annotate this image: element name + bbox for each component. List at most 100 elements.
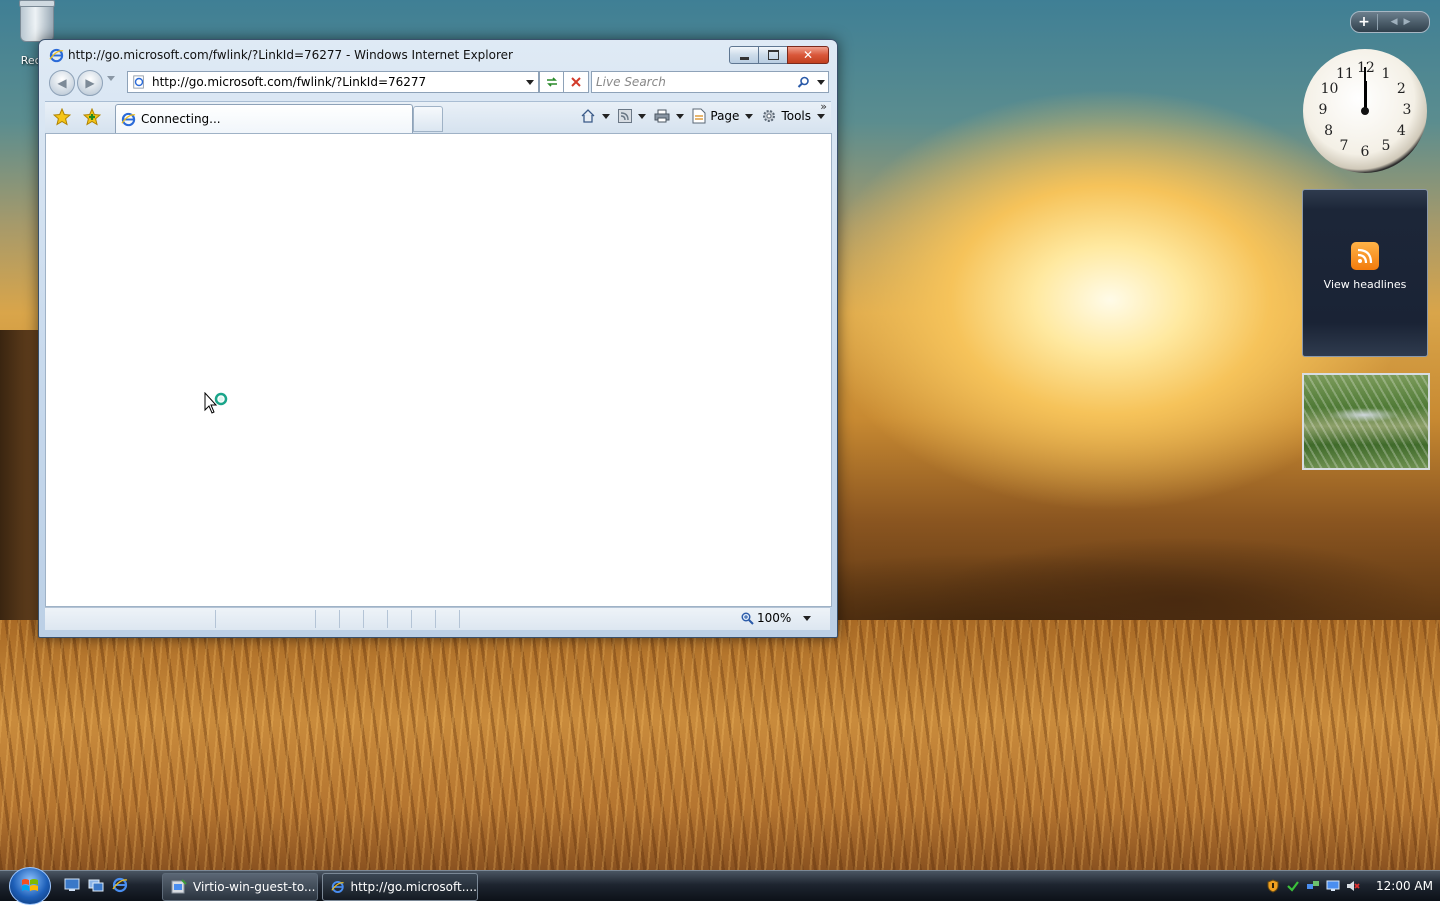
clock-numeral: 7: [1339, 138, 1349, 155]
clock-numeral: 8: [1324, 123, 1334, 139]
clock-numeral: 6: [1360, 144, 1370, 160]
windows-logo-icon: [22, 879, 38, 891]
tab-current[interactable]: Connecting...: [115, 104, 413, 133]
favorites-star-icon[interactable]: [53, 108, 71, 126]
zoom-control[interactable]: 100%: [741, 611, 812, 625]
clock-numeral: 10: [1320, 81, 1339, 97]
setup-icon: [171, 879, 187, 894]
clock-numeral: 11: [1336, 65, 1354, 82]
ie-icon: [331, 881, 344, 893]
printer-icon: [654, 109, 670, 123]
volume-muted-icon[interactable]: [1346, 879, 1360, 893]
window-title: http://go.microsoft.com/fwlink/?LinkId=7…: [68, 48, 513, 62]
page-content-area[interactable]: [45, 133, 832, 607]
chevron-down-icon: [817, 79, 825, 85]
home-icon: [581, 109, 595, 123]
add-gadget-button[interactable]: +: [1351, 14, 1378, 30]
minimize-button[interactable]: [729, 46, 759, 64]
clock-gadget[interactable]: 121234567891011: [1303, 49, 1427, 173]
wallpaper-grass-left: [0, 330, 40, 630]
slideshow-gadget[interactable]: [1302, 373, 1430, 470]
tools-menu-label: Tools: [781, 109, 811, 123]
rss-symbol: [1357, 248, 1373, 264]
search-box[interactable]: [591, 71, 829, 93]
address-bar[interactable]: [127, 71, 539, 93]
clock-numeral: 3: [1402, 102, 1412, 118]
page-menu-label: Page: [710, 109, 740, 123]
clock-numeral: 1: [1381, 65, 1391, 82]
gear-icon: [763, 110, 776, 122]
back-button[interactable]: ◀: [49, 70, 75, 96]
recycle-bin-icon: [19, 0, 55, 42]
maximize-icon: [767, 50, 779, 60]
page-menu-button[interactable]: Page: [692, 108, 754, 124]
checkmark-icon[interactable]: [1286, 879, 1300, 893]
navigation-bar: ◀ ▶: [45, 69, 831, 96]
print-button[interactable]: [654, 109, 685, 123]
close-button[interactable]: ✕: [787, 46, 829, 64]
search-input[interactable]: [592, 75, 792, 89]
refresh-button[interactable]: [539, 71, 565, 93]
show-desktop-icon[interactable]: [64, 877, 80, 893]
rss-icon: [1351, 242, 1379, 270]
taskbar: Virtio-win-guest-to... http://go.microso…: [0, 867, 1440, 905]
ie-icon[interactable]: [112, 877, 128, 893]
recent-pages-dropdown[interactable]: [107, 76, 115, 81]
network-icon[interactable]: [1306, 879, 1320, 893]
switch-windows-icon[interactable]: [88, 877, 104, 893]
clock-numeral: 4: [1396, 123, 1406, 139]
chevron-down-icon: [803, 615, 812, 621]
address-input[interactable]: [152, 75, 522, 89]
clock-numeral: 2: [1396, 81, 1406, 97]
feed-headlines-gadget[interactable]: View headlines: [1302, 189, 1428, 357]
status-bar: 100%: [45, 607, 830, 630]
chevron-down-icon: [602, 113, 611, 119]
clock-center: [1361, 107, 1369, 115]
status-separator: [215, 610, 216, 628]
status-separator: [363, 610, 364, 628]
taskbar-clock[interactable]: 12:00 AM: [1376, 879, 1433, 893]
search-options-dropdown[interactable]: [814, 79, 828, 85]
add-favorites-icon[interactable]: [83, 108, 101, 126]
clock-numeral: 9: [1318, 102, 1328, 118]
taskbar-item-setup[interactable]: Virtio-win-guest-to...: [162, 873, 318, 901]
maximize-button[interactable]: [758, 46, 788, 64]
forward-button[interactable]: ▶: [77, 70, 103, 96]
home-button[interactable]: [580, 108, 611, 124]
search-button[interactable]: [792, 76, 814, 89]
sidebar-arrows-icon[interactable]: ◀▶: [1378, 17, 1429, 27]
new-tab-button[interactable]: [413, 106, 443, 132]
more-commands-chevron-icon[interactable]: »: [820, 100, 827, 113]
taskbar-item-label: Virtio-win-guest-to...: [193, 880, 316, 894]
zoom-level: 100%: [757, 611, 792, 625]
tab-label: Connecting...: [141, 112, 221, 126]
clock-minute-hand: [1364, 67, 1366, 111]
taskbar-item-ie[interactable]: http://go.microsoft....: [322, 873, 478, 901]
feeds-button[interactable]: [618, 109, 647, 123]
wallpaper-grass: [0, 620, 1440, 870]
view-headlines-label: View headlines: [1323, 278, 1407, 291]
zoom-icon: [741, 612, 754, 625]
tools-menu-button[interactable]: Tools: [761, 108, 825, 124]
address-dropdown[interactable]: [522, 73, 538, 91]
clock-numeral: 5: [1381, 138, 1391, 155]
security-alert-icon[interactable]: [1266, 879, 1280, 893]
system-tray: 12:00 AM: [1260, 871, 1440, 901]
title-bar[interactable]: http://go.microsoft.com/fwlink/?LinkId=7…: [39, 40, 837, 70]
display-icon[interactable]: [1326, 879, 1340, 893]
ie-icon: [121, 112, 136, 126]
page-ie-icon: [133, 75, 144, 89]
page-icon: [692, 108, 706, 124]
chevron-down-icon: [676, 113, 685, 119]
start-button[interactable]: [9, 867, 51, 905]
sidebar-controls: + ◀▶: [1350, 11, 1430, 33]
forward-arrow-icon: ▶: [85, 76, 95, 90]
ie-window: http://go.microsoft.com/fwlink/?LinkId=7…: [38, 39, 838, 638]
minimize-icon: [739, 56, 749, 60]
status-separator: [435, 610, 436, 628]
feed-icon: [618, 109, 633, 123]
stop-button[interactable]: [563, 71, 589, 93]
status-separator: [459, 610, 460, 628]
command-bar: Connecting... Page Tools »: [45, 100, 831, 134]
status-separator: [387, 610, 388, 628]
